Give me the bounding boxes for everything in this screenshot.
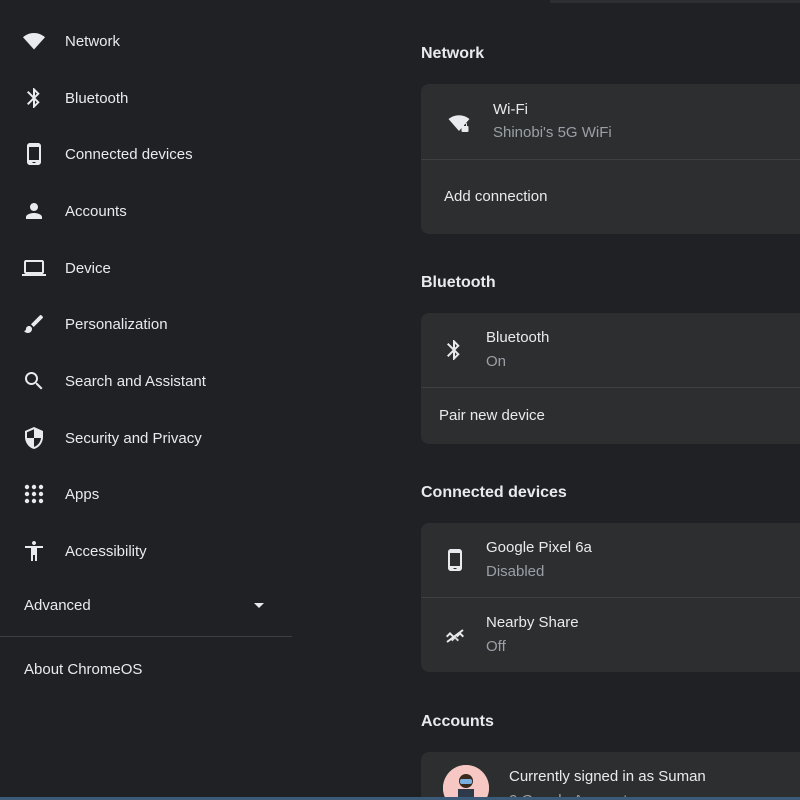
avatar: [443, 765, 489, 800]
add-connection-row[interactable]: Add connection: [421, 160, 800, 234]
sidebar-item-label: Network: [65, 32, 121, 50]
signed-in-text: Currently signed in as Suman: [509, 768, 706, 785]
brush-icon: [22, 312, 46, 336]
sidebar-item-label: Device: [65, 259, 111, 277]
accounts-card: Currently signed in as Suman 2 Google Ac…: [421, 752, 800, 800]
search-box-edge: [550, 0, 800, 3]
sidebar-item-label: Search and Assistant: [65, 372, 206, 390]
sidebar-item-label: Accessibility: [65, 542, 147, 560]
sidebar-item-network[interactable]: Network: [0, 21, 290, 61]
sidebar-item-about-chromeos[interactable]: About ChromeOS: [0, 650, 290, 690]
nearby-share-icon: [443, 624, 467, 648]
about-label: About ChromeOS: [24, 661, 143, 678]
sidebar-item-accessibility[interactable]: Accessibility: [0, 531, 290, 571]
connected-devices-card: Google Pixel 6a Disabled Nearby Share Of…: [421, 523, 800, 672]
sidebar-advanced-toggle[interactable]: Advanced: [0, 586, 290, 626]
settings-sidebar: Network Bluetooth Connected devices Acco…: [0, 0, 300, 800]
nearby-share-status: Off: [486, 638, 506, 655]
phone-row[interactable]: Google Pixel 6a Disabled: [421, 523, 800, 597]
search-icon: [22, 369, 46, 393]
sidebar-item-label: Security and Privacy: [65, 429, 202, 447]
bluetooth-row[interactable]: Bluetooth On: [421, 313, 800, 387]
section-title-bluetooth: Bluetooth: [421, 274, 496, 291]
sidebar-item-device[interactable]: Device: [0, 248, 290, 288]
network-card: Wi-Fi Shinobi's 5G WiFi Add connection: [421, 84, 800, 234]
bluetooth-card: Bluetooth On Pair new device: [421, 313, 800, 444]
accounts-row[interactable]: Currently signed in as Suman 2 Google Ac…: [421, 752, 800, 800]
bluetooth-icon: [22, 86, 46, 110]
sidebar-item-accounts[interactable]: Accounts: [0, 191, 290, 231]
section-title-accounts: Accounts: [421, 713, 494, 730]
bluetooth-status: On: [486, 353, 507, 370]
settings-main: Network Wi-Fi Shinobi's 5G WiFi Add conn…: [300, 0, 800, 800]
wifi-label: Wi-Fi: [493, 101, 528, 118]
pair-new-device-label: Pair new device: [439, 407, 545, 424]
sidebar-item-connected-devices[interactable]: Connected devices: [0, 134, 290, 174]
section-title-connected-devices: Connected devices: [421, 484, 567, 501]
sidebar-item-apps[interactable]: Apps: [0, 474, 290, 514]
sidebar-item-bluetooth[interactable]: Bluetooth: [0, 78, 290, 118]
person-icon: [22, 199, 46, 223]
sidebar-item-label: Personalization: [65, 315, 168, 333]
accessibility-icon: [22, 539, 46, 563]
bluetooth-icon: [442, 338, 466, 362]
nearby-share-row[interactable]: Nearby Share Off: [421, 598, 800, 672]
phone-icon: [443, 548, 467, 572]
caret-down-icon: [254, 603, 264, 608]
sidebar-item-label: Apps: [65, 485, 100, 503]
sidebar-item-security-and-privacy[interactable]: Security and Privacy: [0, 418, 290, 458]
wifi-icon: [22, 29, 46, 53]
phone-icon: [22, 142, 46, 166]
phone-status: Disabled: [486, 563, 545, 580]
wifi-row[interactable]: Wi-Fi Shinobi's 5G WiFi: [421, 84, 800, 159]
pair-new-device-row[interactable]: Pair new device: [421, 388, 800, 444]
nearby-share-label: Nearby Share: [486, 614, 579, 631]
apps-grid-icon: [22, 482, 46, 506]
wifi-network-name: Shinobi's 5G WiFi: [493, 124, 612, 141]
shield-icon: [22, 426, 46, 450]
sidebar-item-label: Connected devices: [65, 145, 193, 163]
advanced-label: Advanced: [24, 597, 91, 614]
sidebar-item-label: Accounts: [65, 202, 127, 220]
wifi-locked-icon: [447, 111, 471, 135]
sidebar-item-label: Bluetooth: [65, 89, 129, 107]
sidebar-item-personalization[interactable]: Personalization: [0, 304, 290, 344]
add-connection-label: Add connection: [444, 188, 548, 205]
laptop-icon: [22, 256, 46, 280]
phone-name: Google Pixel 6a: [486, 539, 592, 556]
sidebar-item-search-and-assistant[interactable]: Search and Assistant: [0, 361, 290, 401]
bluetooth-label: Bluetooth: [486, 329, 550, 346]
settings-window: Network Bluetooth Connected devices Acco…: [0, 0, 800, 800]
section-title-network: Network: [421, 45, 485, 62]
sidebar-divider: [0, 636, 292, 637]
